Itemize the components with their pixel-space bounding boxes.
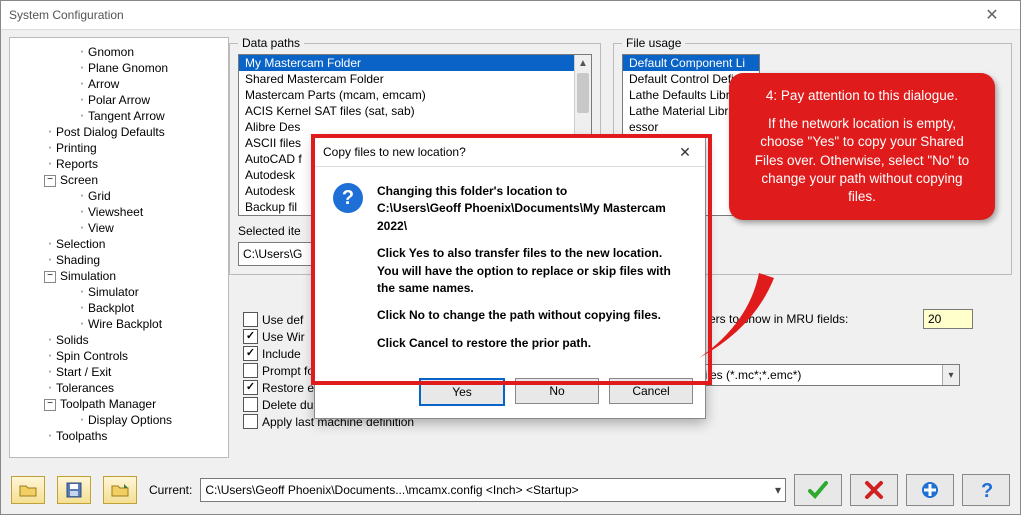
footer-bar: Current: C:\Users\Geoff Phoenix\Document…: [1, 466, 1020, 514]
copy-files-dialog: Copy files to new location? ✕ ? Changing…: [314, 137, 706, 419]
tree-toggle-icon[interactable]: −: [44, 399, 56, 411]
save-as-button[interactable]: [103, 476, 137, 504]
question-icon: ?: [333, 183, 363, 213]
tree-item[interactable]: ·Tangent Arrow: [14, 108, 224, 124]
dialog-message: Changing this folder's location toC:\Use…: [377, 183, 687, 362]
tree-item[interactable]: −Toolpath Manager: [14, 396, 224, 412]
tree-item[interactable]: ·View: [14, 220, 224, 236]
list-item[interactable]: Alibre Des: [239, 119, 591, 135]
dialog-close-icon[interactable]: ✕: [673, 144, 697, 161]
checkbox[interactable]: [243, 329, 258, 344]
annotation-callout: 4: Pay attention to this dialogue. If th…: [729, 73, 995, 220]
tree-item[interactable]: ·Tolerances: [14, 380, 224, 396]
tree-toggle-icon[interactable]: −: [44, 271, 56, 283]
tree-item[interactable]: ·Printing: [14, 140, 224, 156]
help-button[interactable]: ?: [962, 474, 1010, 506]
chevron-down-icon[interactable]: ▾: [775, 479, 781, 501]
tree-item[interactable]: ·Selection: [14, 236, 224, 252]
tree-item[interactable]: ·Post Dialog Defaults: [14, 124, 224, 140]
tree-item[interactable]: ·Start / Exit: [14, 364, 224, 380]
save-button[interactable]: [57, 476, 91, 504]
current-label: Current:: [149, 483, 192, 497]
ok-button[interactable]: [794, 474, 842, 506]
checkbox[interactable]: [243, 414, 258, 429]
tree-item[interactable]: ·Arrow: [14, 76, 224, 92]
file-usage-legend: File usage: [622, 36, 685, 50]
data-paths-legend: Data paths: [238, 36, 304, 50]
checkbox-label: Use Wir: [262, 330, 305, 344]
callout-tail-icon: [699, 273, 779, 363]
list-item[interactable]: Default Component Li: [623, 55, 759, 71]
system-config-window: System Configuration ✕ ·Gnomon·Plane Gno…: [0, 0, 1021, 515]
dialog-no-button[interactable]: No: [515, 378, 599, 404]
checkbox-row[interactable]: Include: [243, 346, 301, 361]
tree-item[interactable]: ·Gnomon: [14, 44, 224, 60]
list-item[interactable]: Shared Mastercam Folder: [239, 71, 591, 87]
tree-item[interactable]: ·Toolpaths: [14, 428, 224, 444]
tree-item[interactable]: ·Spin Controls: [14, 348, 224, 364]
checkbox[interactable]: [243, 312, 258, 327]
category-tree[interactable]: ·Gnomon·Plane Gnomon·Arrow·Polar Arrow·T…: [9, 37, 229, 458]
current-config-path[interactable]: C:\Users\Geoff Phoenix\Documents...\mcam…: [200, 478, 786, 502]
checkbox-row[interactable]: Use def: [243, 312, 303, 327]
checkbox-label: Include: [262, 347, 301, 361]
mru-field[interactable]: 20: [923, 309, 973, 329]
window-title: System Configuration: [9, 8, 124, 22]
tree-item[interactable]: ·Viewsheet: [14, 204, 224, 220]
checkbox[interactable]: [243, 346, 258, 361]
tree-item[interactable]: ·Grid: [14, 188, 224, 204]
tree-toggle-icon[interactable]: −: [44, 175, 56, 187]
cancel-button[interactable]: [850, 474, 898, 506]
tree-item[interactable]: ·Simulator: [14, 284, 224, 300]
titlebar: System Configuration ✕: [1, 1, 1020, 30]
list-item[interactable]: My Mastercam Folder: [239, 55, 591, 71]
selected-item-label: Selected ite: [238, 224, 301, 238]
tree-item[interactable]: ·Wire Backplot: [14, 316, 224, 332]
open-folder-button[interactable]: [11, 476, 45, 504]
chevron-down-icon[interactable]: ▾: [942, 365, 959, 385]
svg-text:?: ?: [981, 480, 993, 501]
tree-item[interactable]: ·Reports: [14, 156, 224, 172]
apply-button[interactable]: [906, 474, 954, 506]
tree-item[interactable]: ·Shading: [14, 252, 224, 268]
checkbox-row[interactable]: Use Wir: [243, 329, 305, 344]
close-icon[interactable]: ✕: [972, 1, 1012, 29]
tree-item[interactable]: ·Display Options: [14, 412, 224, 428]
tree-item[interactable]: ·Polar Arrow: [14, 92, 224, 108]
dialog-title: Copy files to new location?: [323, 145, 466, 159]
list-item[interactable]: Mastercam Parts (mcam, emcam): [239, 87, 591, 103]
checkbox[interactable]: [243, 380, 258, 395]
tree-item[interactable]: ·Backplot: [14, 300, 224, 316]
tree-item[interactable]: ·Plane Gnomon: [14, 60, 224, 76]
scroll-thumb[interactable]: [577, 73, 589, 113]
tree-item[interactable]: ·Solids: [14, 332, 224, 348]
scroll-up-icon[interactable]: ▲: [575, 55, 591, 71]
dialog-cancel-button[interactable]: Cancel: [609, 378, 693, 404]
checkbox[interactable]: [243, 363, 258, 378]
dialog-yes-button[interactable]: Yes: [419, 378, 505, 406]
tree-item[interactable]: −Screen: [14, 172, 224, 188]
checkbox[interactable]: [243, 397, 258, 412]
tree-item[interactable]: −Simulation: [14, 268, 224, 284]
dialog-titlebar: Copy files to new location? ✕: [315, 138, 705, 167]
list-item[interactable]: ACIS Kernel SAT files (sat, sab): [239, 103, 591, 119]
checkbox-label: Use def: [262, 313, 303, 327]
